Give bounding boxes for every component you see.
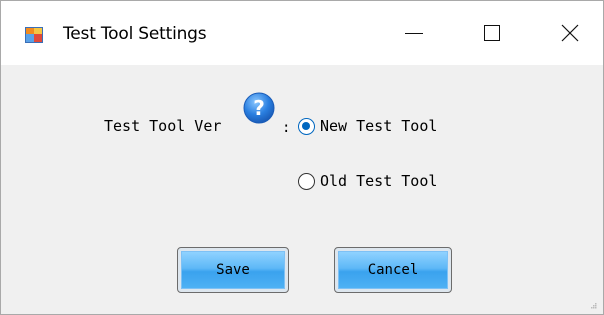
radio-checked-icon[interactable] — [298, 117, 315, 135]
settings-dialog: Test Tool Settings Test Tool Ver ?: New… — [0, 0, 604, 315]
close-button[interactable] — [541, 1, 599, 65]
save-button-label[interactable]: Save — [181, 251, 285, 289]
minimize-button[interactable] — [385, 1, 443, 65]
app-icon — [25, 27, 43, 43]
help-icon[interactable]: ? — [242, 91, 276, 125]
radio-new-test-tool[interactable]: New Test Tool — [298, 117, 437, 135]
save-button[interactable]: Save — [177, 247, 289, 293]
radio-unchecked-icon[interactable] — [298, 172, 315, 190]
version-colon: : — [282, 120, 291, 136]
title-bar[interactable]: Test Tool Settings — [1, 1, 603, 65]
cancel-button[interactable]: Cancel — [334, 247, 452, 293]
close-icon — [561, 24, 579, 42]
maximize-icon — [484, 25, 500, 41]
resize-grip-icon[interactable] — [589, 301, 597, 309]
window-title: Test Tool Settings — [63, 24, 207, 44]
maximize-button[interactable] — [463, 1, 521, 65]
svg-text:?: ? — [253, 96, 265, 120]
minimize-icon — [405, 32, 423, 34]
radio-new-label[interactable]: New Test Tool — [320, 117, 437, 135]
version-label: Test Tool Ver — [104, 117, 222, 135]
radio-old-test-tool[interactable]: Old Test Tool — [298, 172, 437, 190]
radio-old-label[interactable]: Old Test Tool — [320, 172, 437, 190]
cancel-button-label[interactable]: Cancel — [338, 251, 448, 289]
dialog-body: Test Tool Ver ? : New Test Tool Old Test… — [1, 65, 603, 314]
